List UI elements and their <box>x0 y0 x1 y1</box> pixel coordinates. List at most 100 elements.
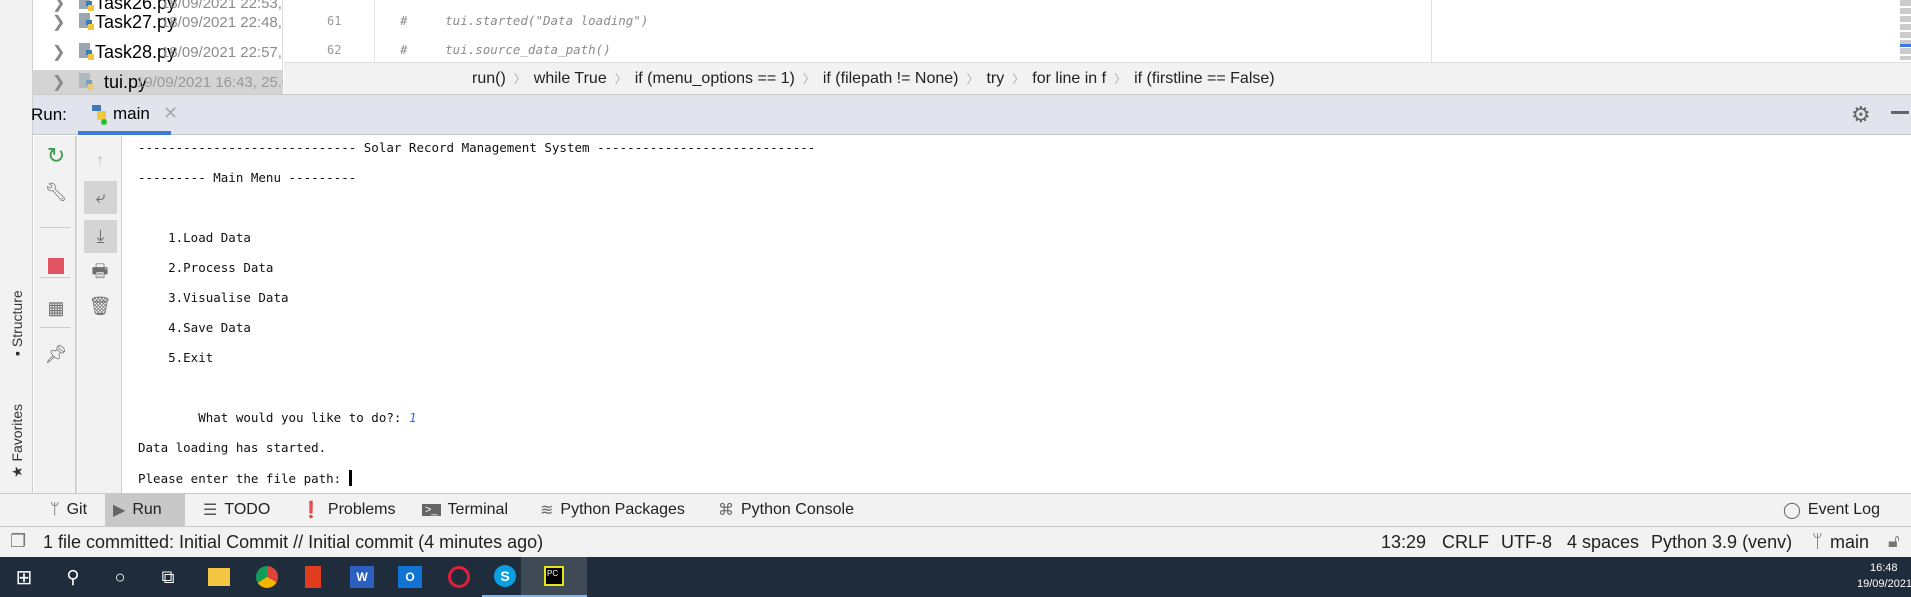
office-icon[interactable] <box>290 557 336 597</box>
scroll-to-end-icon[interactable]: ⤓ <box>84 220 117 253</box>
line-number: 61 <box>327 14 342 28</box>
breadcrumb-item[interactable]: for line in f <box>1032 70 1106 88</box>
layout-icon[interactable]: ▦ <box>42 294 70 322</box>
console-line: 4.Save Data <box>138 320 251 335</box>
python-file-icon <box>79 13 94 30</box>
tool-event-log[interactable]: ◯ Event Log <box>1775 494 1888 526</box>
project-file-row-selected[interactable]: ❯ tui.py 19/09/2021 16:43, 25.05 kB <box>0 70 283 94</box>
console-line: --------- Main Menu --------- <box>138 170 357 185</box>
lock-icon[interactable]: 🔓︎ <box>1888 531 1900 552</box>
chevron-right-icon[interactable]: ❯ <box>52 12 65 32</box>
word-icon[interactable]: W <box>339 557 385 597</box>
minimize-icon[interactable] <box>1891 111 1909 114</box>
console-line: 5.Exit <box>138 350 214 365</box>
project-file-row[interactable]: ❯ Task28.py 18/09/2021 22:57, 1.88 <box>0 37 283 67</box>
run-toolbar: ↻ 🔧︎ ▦ 📌︎ <box>34 136 77 493</box>
code-line[interactable]: # tui.source_data_path() <box>400 42 611 57</box>
windows-taskbar: ⊞ ⚲ ○ ⧉ W O S PC 16:48 19/09/2021 <box>0 557 1911 597</box>
opera-icon[interactable] <box>436 557 482 597</box>
speech-bubble-icon: ◯ <box>1783 502 1801 519</box>
windows-start-icon[interactable]: ⊞ <box>1 557 47 597</box>
run-label: Run: <box>31 105 67 124</box>
clock-date[interactable]: 19/09/2021 <box>1857 578 1911 590</box>
tool-git[interactable]: ᛘ Git <box>42 494 95 526</box>
console-output[interactable]: ----------------------------- Solar Reco… <box>123 136 1911 493</box>
chevron-right-icon[interactable]: ❯ <box>52 42 65 62</box>
run-header: Run: main ✕ ⚙ <box>31 94 1911 135</box>
clock-time[interactable]: 16:48 <box>1870 562 1898 574</box>
wrench-icon[interactable]: 🔧︎ <box>42 178 70 206</box>
tool-terminal[interactable]: >_ Terminal <box>414 494 516 526</box>
terminal-icon: >_ <box>422 504 441 516</box>
soft-wrap-icon[interactable]: ⤶ <box>84 181 117 214</box>
console-toolbar: ↑ ↓ ⤶ ⤓ 🖶︎ 🗑︎ <box>78 136 122 493</box>
left-tool-stripe: ▪ Structure ★ Favorites <box>0 0 33 493</box>
favorites-tab[interactable]: ★ Favorites <box>9 404 26 478</box>
editor-scrollbar[interactable] <box>1900 0 1911 60</box>
console-line: 3.Visualise Data <box>138 290 289 305</box>
code-line[interactable]: # tui.started("Data loading") <box>400 13 648 28</box>
pin-icon[interactable]: 📌︎ <box>42 340 70 368</box>
outlook-icon[interactable]: O <box>387 557 433 597</box>
tool-python-console[interactable]: ⌘ Python Console <box>710 494 862 526</box>
status-message[interactable]: 1 file committed: Initial Commit // Init… <box>43 532 543 553</box>
task-view-icon[interactable]: ⧉ <box>145 557 191 597</box>
list-icon: ☰ <box>203 502 218 519</box>
text-cursor <box>348 470 352 486</box>
structure-tab[interactable]: ▪ Structure <box>9 290 25 356</box>
gear-icon[interactable]: ⚙ <box>1851 102 1871 128</box>
chevron-right-icon[interactable]: ❯ <box>52 72 65 92</box>
user-input: 1 <box>408 410 417 425</box>
console-line: Please enter the file path: <box>138 470 352 486</box>
close-tab-icon[interactable]: ✕ <box>163 103 178 124</box>
caret-position[interactable]: 13:29 <box>1381 532 1426 553</box>
python-file-icon <box>79 43 94 60</box>
file-explorer-icon[interactable] <box>196 557 242 597</box>
pycharm-icon[interactable]: PC <box>521 557 587 597</box>
stop-icon[interactable] <box>42 252 70 280</box>
status-bar: ❐ 1 file committed: Initial Commit // In… <box>0 527 1911 557</box>
toggle-tool-windows-icon[interactable]: ❐ <box>10 531 26 552</box>
python-icon <box>92 105 107 125</box>
cortana-icon[interactable]: ○ <box>97 557 143 597</box>
console-line: 1.Load Data <box>138 230 251 245</box>
run-icon: ▶ <box>113 502 126 519</box>
tool-problems[interactable]: ❗ Problems <box>293 494 404 526</box>
search-icon[interactable]: ⚲ <box>50 557 96 597</box>
run-tab-main[interactable]: main ✕ <box>78 95 190 135</box>
trash-icon[interactable]: 🗑︎ <box>86 292 114 320</box>
console-line: ----------------------------- Solar Reco… <box>138 140 816 155</box>
breadcrumb-item[interactable]: while True <box>534 70 607 88</box>
breadcrumb-item[interactable]: if (firstline == False) <box>1134 70 1274 88</box>
layers-icon: ≋ <box>540 502 554 519</box>
breadcrumb-item[interactable]: if (menu_options == 1) <box>635 70 795 88</box>
tool-run[interactable]: ▶ Run <box>105 494 185 526</box>
line-separator[interactable]: CRLF <box>1442 532 1489 553</box>
git-branch-icon: ᛘ <box>1812 531 1823 551</box>
git-branch-icon: ᛘ <box>50 501 60 518</box>
breadcrumb-item[interactable]: run() <box>472 70 506 88</box>
project-panel: ❯ Task26.py 18/09/2021 22:53, 2.75 ❯ Tas… <box>0 0 283 94</box>
console-line: 2.Process Data <box>138 260 274 275</box>
python-icon: ⌘ <box>718 502 734 519</box>
line-number: 62 <box>327 43 342 57</box>
python-interpreter[interactable]: Python 3.9 (venv) <box>1651 532 1792 553</box>
breadcrumb: run() 〉 while True 〉 if (menu_options == 1… <box>284 62 1911 94</box>
rerun-icon[interactable]: ↻ <box>42 142 70 170</box>
indent-setting[interactable]: 4 spaces <box>1567 532 1639 553</box>
console-line: Data loading has started. <box>138 440 327 455</box>
warning-icon: ❗ <box>301 502 321 519</box>
project-file-row[interactable]: ❯ Task27.py 18/09/2021 22:48, 3.31 <box>0 7 283 37</box>
tool-python-packages[interactable]: ≋ Python Packages <box>532 494 693 526</box>
tool-todo[interactable]: ☰ TODO <box>195 494 278 526</box>
breadcrumb-item[interactable]: try <box>986 70 1004 88</box>
tool-window-bar: ᛘ Git ▶ Run ☰ TODO ❗ Problems >_ Terminal ≋ Py… <box>0 493 1911 527</box>
breadcrumb-item[interactable]: if (filepath != None) <box>823 70 959 88</box>
git-branch[interactable]: main <box>1830 532 1869 553</box>
arrow-up-icon[interactable]: ↑ <box>86 146 114 174</box>
console-line: What would you like to do?: 1 <box>138 410 417 425</box>
print-icon[interactable]: 🖶︎ <box>86 260 114 288</box>
file-encoding[interactable]: UTF-8 <box>1501 532 1552 553</box>
code-editor[interactable]: 61 # tui.started("Data loading") 62 # tu… <box>284 0 1911 62</box>
chrome-icon[interactable] <box>244 557 290 597</box>
